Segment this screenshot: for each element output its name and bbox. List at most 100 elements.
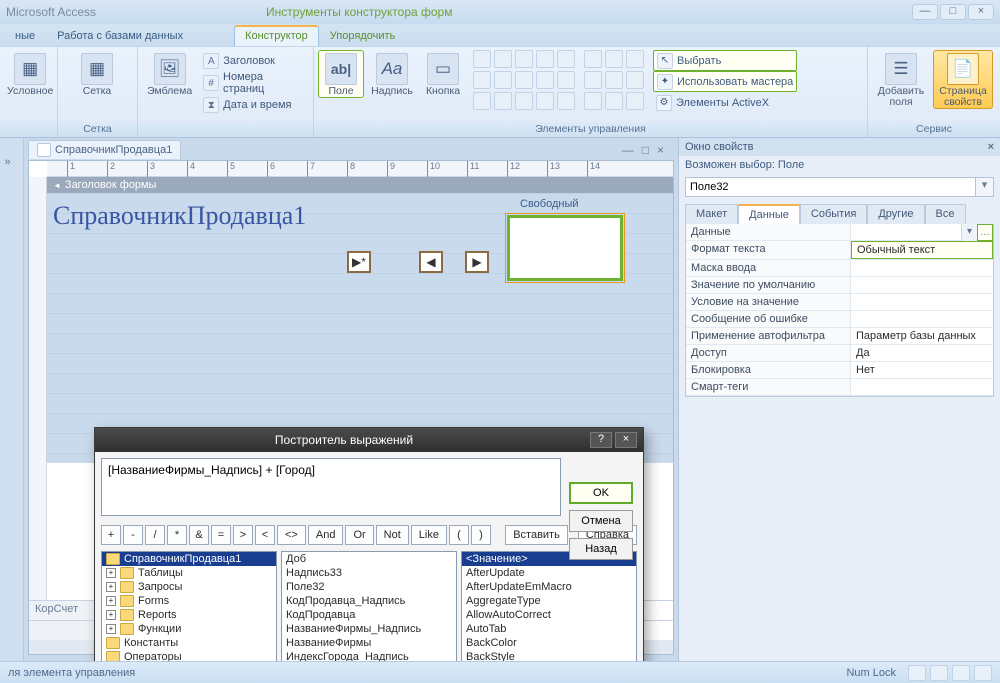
list-item[interactable]: AutoTab xyxy=(462,622,636,636)
nav-pane-collapsed[interactable]: » xyxy=(0,138,24,661)
property-row[interactable]: Смарт-теги xyxy=(686,379,993,396)
op-button[interactable]: & xyxy=(189,525,209,545)
property-row[interactable]: Данные▾… xyxy=(686,224,993,241)
tab-constructor[interactable]: Конструктор xyxy=(234,25,319,46)
op-button[interactable]: ) xyxy=(471,525,491,545)
op-button[interactable]: + xyxy=(101,525,121,545)
list-item[interactable]: Поле32 xyxy=(282,580,456,594)
ctrl-icon[interactable] xyxy=(557,71,575,89)
property-tab[interactable]: Другие xyxy=(867,204,924,224)
tree-item[interactable]: +Таблицы xyxy=(102,566,276,580)
ctrl-icon[interactable] xyxy=(626,71,644,89)
ctrl-icon[interactable] xyxy=(584,50,602,68)
add-fields-button[interactable]: ☰ Добавить поля xyxy=(872,50,930,109)
expression-input[interactable] xyxy=(101,458,561,516)
tree-item[interactable]: Операторы xyxy=(102,650,276,661)
ctrl-icon[interactable] xyxy=(626,50,644,68)
tree-item[interactable]: Константы xyxy=(102,636,276,650)
max-button[interactable]: □ xyxy=(940,4,966,20)
conditional-button[interactable]: ▦ Условное xyxy=(4,50,56,98)
op-button[interactable]: * xyxy=(167,525,187,545)
list-item[interactable]: КодПродавца_Надпись xyxy=(282,594,456,608)
items-list[interactable]: ДобНадпись33Поле32КодПродавца_НадписьКод… xyxy=(281,551,457,661)
dialog-titlebar[interactable]: Построитель выражений ? × xyxy=(95,428,643,452)
title-button[interactable]: AЗаголовок xyxy=(200,50,309,72)
dialog-close-button[interactable]: × xyxy=(615,432,637,448)
nav-prev[interactable]: ◀ xyxy=(419,251,443,273)
ctrl-icon[interactable] xyxy=(494,92,512,110)
op-button[interactable]: <> xyxy=(277,525,306,545)
ctrl-icon[interactable] xyxy=(605,92,623,110)
close-icon[interactable]: × xyxy=(988,141,994,153)
list-item[interactable]: Доб xyxy=(282,552,456,566)
chevron-down-icon[interactable]: ▾ xyxy=(976,177,994,197)
ctrl-icon[interactable] xyxy=(473,71,491,89)
ctrl-icon[interactable] xyxy=(473,50,491,68)
op-button[interactable]: Like xyxy=(411,525,447,545)
property-row[interactable]: Условие на значение xyxy=(686,294,993,311)
list-item[interactable]: КодПродавца xyxy=(282,608,456,622)
pagenum-button[interactable]: #Номера страниц xyxy=(200,72,309,94)
list-item[interactable]: AfterUpdateEmMacro xyxy=(462,580,636,594)
band-header[interactable]: Заголовок формы xyxy=(47,177,673,193)
insert-button[interactable]: Вставить xyxy=(505,525,568,545)
op-button[interactable]: > xyxy=(233,525,253,545)
list-item[interactable]: НазваниеФирмы xyxy=(282,636,456,650)
list-item[interactable]: AggregateType xyxy=(462,594,636,608)
ctrl-icon[interactable] xyxy=(515,92,533,110)
op-button[interactable]: ( xyxy=(449,525,469,545)
property-row[interactable]: Сообщение об ошибке xyxy=(686,311,993,328)
list-item[interactable]: BackStyle xyxy=(462,650,636,661)
grid-button[interactable]: ▦ Сетка xyxy=(62,50,132,98)
ctrl-icon[interactable] xyxy=(515,71,533,89)
property-row[interactable]: БлокировкаНет xyxy=(686,362,993,379)
list-item[interactable]: AllowAutoCorrect xyxy=(462,608,636,622)
button-button[interactable]: ▭ Кнопка xyxy=(420,50,466,98)
property-row[interactable]: Формат текстаОбычный текст xyxy=(686,241,993,260)
property-tab[interactable]: Все xyxy=(925,204,966,224)
property-tab[interactable]: События xyxy=(800,204,867,224)
ctrl-icon[interactable] xyxy=(536,50,554,68)
ctrl-icon[interactable] xyxy=(536,92,554,110)
back-button[interactable]: Назад xyxy=(569,538,633,560)
select-button[interactable]: ↖Выбрать xyxy=(653,50,797,71)
property-row[interactable]: Значение по умолчанию xyxy=(686,277,993,294)
view-design-icon[interactable] xyxy=(974,665,992,681)
property-row[interactable]: Применение автофильтраПараметр базы данн… xyxy=(686,328,993,345)
ctrl-icon[interactable] xyxy=(605,71,623,89)
ctrl-icon[interactable] xyxy=(557,92,575,110)
op-button[interactable]: Or xyxy=(345,525,373,545)
tab-arrange[interactable]: Упорядочить xyxy=(319,26,406,46)
nav-first[interactable]: ▶* xyxy=(347,251,371,273)
list-item[interactable]: BackColor xyxy=(462,636,636,650)
object-selector[interactable]: ▾ xyxy=(685,177,994,197)
chevron-down-icon[interactable]: ▾ xyxy=(961,224,977,241)
op-button[interactable]: And xyxy=(308,525,344,545)
tree-item[interactable]: +Reports xyxy=(102,608,276,622)
tree-item[interactable]: +Forms xyxy=(102,594,276,608)
list-item[interactable]: AfterUpdate xyxy=(462,566,636,580)
category-tree[interactable]: СправочникПродавца1+Таблицы+Запросы+Form… xyxy=(101,551,277,661)
properties-header[interactable]: Окно свойств × xyxy=(679,138,1000,156)
op-button[interactable]: = xyxy=(211,525,231,545)
ctrl-icon[interactable] xyxy=(536,71,554,89)
op-button[interactable]: - xyxy=(123,525,143,545)
ctrl-icon[interactable] xyxy=(473,92,491,110)
close-button[interactable]: × xyxy=(968,4,994,20)
min-button[interactable]: — xyxy=(912,4,938,20)
ellipsis-button[interactable]: … xyxy=(977,224,993,241)
tree-item[interactable]: +Функции xyxy=(102,622,276,636)
dialog-help-button[interactable]: ? xyxy=(590,432,612,448)
ctrl-icon[interactable] xyxy=(605,50,623,68)
op-button[interactable]: < xyxy=(255,525,275,545)
ctrl-icon[interactable] xyxy=(494,71,512,89)
ctrl-icon[interactable] xyxy=(557,50,575,68)
op-button[interactable]: / xyxy=(145,525,165,545)
caption-button[interactable]: Aa Надпись xyxy=(367,50,417,98)
property-tab[interactable]: Макет xyxy=(685,204,738,224)
field-button[interactable]: ab| Поле xyxy=(318,50,364,98)
doc-min[interactable]: — xyxy=(622,143,634,157)
design-grid[interactable]: СправочникПродавца1 ▶* ◀ ▶ Свободный xyxy=(47,193,673,463)
ctrl-icon[interactable] xyxy=(584,92,602,110)
cancel-button[interactable]: Отмена xyxy=(569,510,633,532)
